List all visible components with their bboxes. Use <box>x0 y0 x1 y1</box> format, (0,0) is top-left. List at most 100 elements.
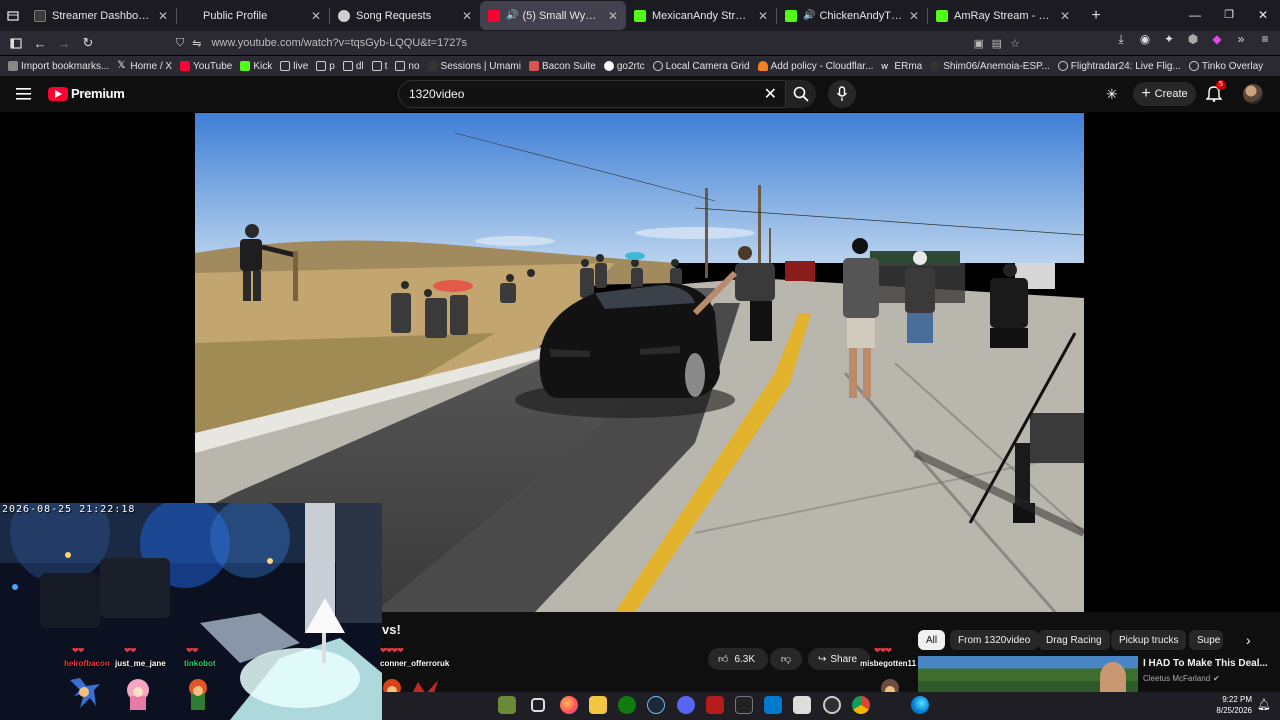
bookmark-item[interactable]: Kick <box>240 61 272 72</box>
like-button[interactable]: 👍︎ 6.3K <box>708 648 768 670</box>
tab-audio-icon[interactable]: 🔊 <box>506 10 518 21</box>
ai-sparkle-icon[interactable]: ✳ <box>1106 86 1118 103</box>
youtube-icon <box>180 61 191 71</box>
browser-tab[interactable]: AmRay Stream - Watch Live on ✕ <box>928 1 1078 30</box>
bookmark-item[interactable]: Bacon Suite <box>528 61 596 72</box>
reload-button[interactable]: ↻ <box>76 32 100 54</box>
bookmark-folder[interactable]: no <box>395 61 420 72</box>
browser-tab[interactable]: MexicanAndy Stream - Watch L ✕ <box>626 1 776 30</box>
back-button[interactable]: ← <box>28 32 52 54</box>
vscode-icon[interactable] <box>764 696 782 714</box>
minimize-button[interactable]: — <box>1178 8 1212 22</box>
bookmark-item[interactable]: Add policy - Cloudflar... <box>757 61 873 72</box>
voice-search-button[interactable] <box>828 80 856 108</box>
youtube-premium-logo[interactable]: Premium <box>48 86 125 101</box>
notification-center-icon[interactable]: 🔔︎ <box>1257 698 1271 711</box>
chip-overflow[interactable]: Supe <box>1189 630 1223 650</box>
terminal-icon[interactable] <box>735 696 753 714</box>
edge-icon[interactable] <box>911 696 929 714</box>
tab-close-icon[interactable]: ✕ <box>158 9 168 23</box>
site-info-icon[interactable]: ⇋ <box>192 37 201 50</box>
bookmark-folder[interactable]: p <box>316 61 335 72</box>
browser-tab-active[interactable]: 🔊 (5) Small Wyoming Town St ✕ <box>480 1 626 30</box>
forward-button[interactable]: → <box>52 32 76 54</box>
reader-view-icon[interactable]: ▤ <box>992 37 1002 50</box>
bookmark-item[interactable]: Flightradar24: Live Flig... <box>1057 61 1181 72</box>
chrome-icon[interactable] <box>852 696 870 714</box>
bookmark-item[interactable]: ᴡ ERma <box>881 61 922 72</box>
extensions-icon[interactable]: ✦ <box>1160 32 1178 47</box>
browser-tab[interactable]: Public Profile ✕ <box>177 1 329 30</box>
firefox-icon[interactable] <box>560 696 578 714</box>
notepad-icon[interactable] <box>793 696 811 714</box>
bookmark-item[interactable]: go2rtc <box>603 61 645 72</box>
tab-close-icon[interactable]: ✕ <box>311 9 321 23</box>
bookmark-folder[interactable]: t <box>371 61 387 72</box>
browser-tab[interactable]: 🔊 ChickenAndyTV Stream - W ✕ <box>777 1 927 30</box>
hamburger-menu-icon[interactable] <box>16 87 32 106</box>
bookmark-folder[interactable]: dl <box>342 61 364 72</box>
verified-icon: ✔ <box>1213 674 1220 683</box>
browser-navbar: ← → ↻ ⛉ ⇋ www.youtube.com/watch?v=tqsGyb… <box>0 31 1280 55</box>
bookmark-item[interactable]: Local Camera Grid <box>652 60 750 72</box>
recommended-video[interactable]: I HAD To Make This Deal... Cleetus McFar… <box>918 656 1280 692</box>
browser-tab[interactable]: Song Requests ✕ <box>330 1 480 30</box>
streaming-app-icon[interactable] <box>706 696 724 714</box>
bookmark-item[interactable]: Shim06/Anemoia-ESP... <box>930 61 1050 72</box>
tab-close-icon[interactable]: ✕ <box>758 9 768 23</box>
maximize-button[interactable]: ❐ <box>1212 8 1246 21</box>
tab-close-icon[interactable]: ✕ <box>1060 9 1070 23</box>
account-icon[interactable]: ◉ <box>1136 32 1154 47</box>
tab-audio-icon[interactable]: 🔊 <box>803 10 815 21</box>
bookmark-star-icon[interactable]: ☆ <box>1010 37 1020 50</box>
url-text[interactable]: www.youtube.com/watch?v=tqsGyb-LQQU&t=17… <box>211 37 467 49</box>
chips-next-icon[interactable]: › <box>1246 632 1251 648</box>
bookmark-item[interactable]: Import bookmarks... <box>8 61 109 72</box>
taskbar-clock[interactable]: 9:22 PM 8/25/2026 <box>1208 694 1252 716</box>
dislike-button[interactable]: 👎︎ <box>770 648 802 670</box>
go2rtc-icon <box>603 61 614 71</box>
xbox-icon[interactable] <box>618 696 636 714</box>
bookmark-label: Local Camera Grid <box>665 60 750 72</box>
notifications-button[interactable]: 5 <box>1205 80 1226 103</box>
bookmark-item[interactable]: YouTube <box>180 61 232 72</box>
chip-from-channel[interactable]: From 1320video <box>950 630 1039 650</box>
tab-close-icon[interactable]: ✕ <box>462 9 472 23</box>
tab-list-icon[interactable] <box>0 5 26 27</box>
shield-icon[interactable]: ⛉ <box>176 37 184 50</box>
tab-close-icon[interactable]: ✕ <box>909 9 919 23</box>
chip-all[interactable]: All <box>918 630 946 650</box>
clear-search-icon[interactable]: ✕ <box>764 84 777 104</box>
steam-icon[interactable] <box>647 696 665 714</box>
bookmark-item[interactable]: Tinko Overlay <box>1188 61 1263 72</box>
sidebar-toggle-icon[interactable] <box>4 32 28 54</box>
create-button[interactable]: + Create <box>1133 82 1196 106</box>
screenshot-icon[interactable]: ▣ <box>974 37 984 50</box>
chat-avatar <box>189 679 207 710</box>
privacy-extension-icon[interactable]: ⬢ <box>1184 32 1202 47</box>
discord-icon[interactable] <box>677 696 695 714</box>
taskbar-app-icon[interactable] <box>498 696 516 714</box>
close-window-button[interactable]: ✕ <box>1246 8 1280 22</box>
tab-label: ChickenAndyTV Stream - W <box>819 9 902 22</box>
obs-icon[interactable] <box>823 696 841 714</box>
menu-icon[interactable]: ≡ <box>1256 32 1274 47</box>
chip-pickup-trucks[interactable]: Pickup trucks <box>1111 630 1187 650</box>
extension-pink-icon[interactable]: ◆ <box>1208 32 1226 47</box>
file-explorer-icon[interactable] <box>589 696 607 714</box>
chip-drag-racing[interactable]: Drag Racing <box>1038 630 1110 650</box>
bookmark-item[interactable]: Sessions | Umami <box>427 61 521 72</box>
tab-close-icon[interactable]: ✕ <box>608 9 618 23</box>
new-tab-button[interactable]: + <box>1084 5 1108 27</box>
bookmark-item[interactable]: 𝕏 Home / X <box>117 61 172 72</box>
search-button[interactable] <box>786 80 816 108</box>
bookmark-folder[interactable]: live <box>280 61 308 72</box>
browser-tab[interactable]: Streamer Dashboard | Tinkobot ✕ <box>26 1 176 30</box>
url-bar[interactable]: ⛉ ⇋ www.youtube.com/watch?v=tqsGyb-LQQU&… <box>176 32 1024 54</box>
downloads-icon[interactable]: ⤓ <box>1112 32 1130 47</box>
avatar[interactable] <box>1243 84 1263 104</box>
more-tools-icon[interactable]: » <box>1232 32 1250 47</box>
taskbar-date: 8/25/2026 <box>1216 706 1252 715</box>
task-view-icon[interactable] <box>531 698 545 712</box>
search-input[interactable]: 1320video ✕ <box>398 80 786 108</box>
